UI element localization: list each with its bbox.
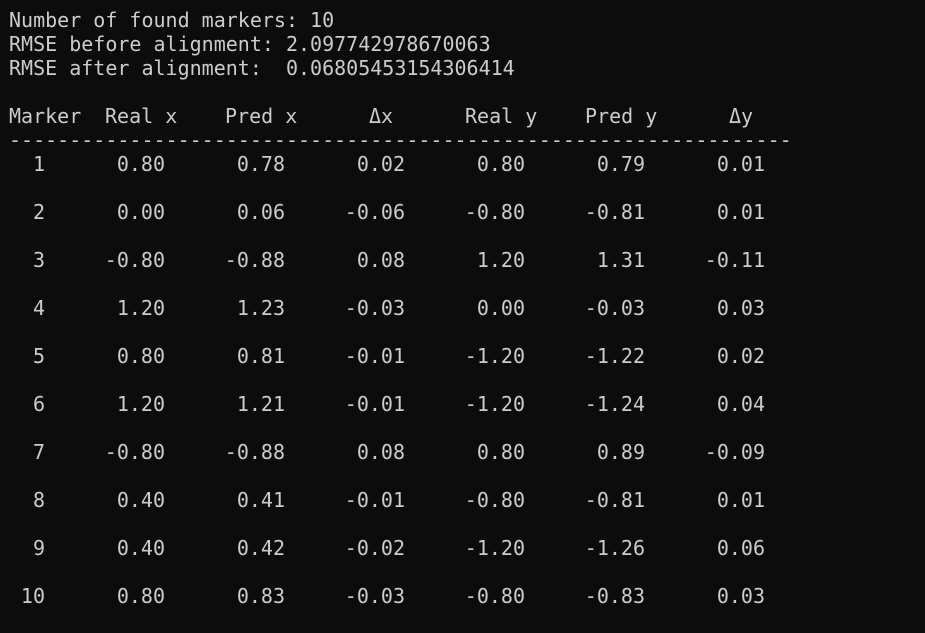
cell-marker: 2	[32, 200, 45, 224]
cell-pred-y: -1.22	[584, 344, 645, 368]
header-marker: Marker	[9, 104, 82, 128]
cell-real-y: -1.20	[464, 392, 525, 416]
cell-pred-x: 0.81	[236, 344, 285, 368]
cell-pred-y: 0.89	[596, 440, 645, 464]
cell-delta-y: 0.01	[716, 200, 765, 224]
cell-real-y: -0.80	[464, 200, 525, 224]
cell-real-x: 1.20	[116, 296, 165, 320]
cell-marker: 3	[32, 248, 45, 272]
cell-delta-y: 0.01	[716, 152, 765, 176]
cell-marker: 4	[32, 296, 45, 320]
cell-real-y: -1.20	[464, 344, 525, 368]
cell-marker: 8	[32, 488, 45, 512]
table-body: 1 0.80 0.78 0.02 0.80 0.79 0.01 2 0.00 0.06 -0.06 -…	[9, 152, 789, 632]
cell-real-y: -0.80	[464, 584, 525, 608]
table-row: 4 1.20 1.23 -0.03 0.00 -0.03 0.03	[9, 296, 789, 344]
header-real-y: Real y	[465, 104, 538, 128]
cell-pred-y: -0.81	[584, 488, 645, 512]
cell-delta-y: -0.11	[704, 248, 765, 272]
cell-pred-x: 1.21	[236, 392, 285, 416]
header-pred-y: Pred y	[585, 104, 658, 128]
cell-real-y: -1.20	[464, 536, 525, 560]
cell-pred-y: -0.83	[584, 584, 645, 608]
cell-real-x: 0.00	[116, 200, 165, 224]
header-delta-x: Δx	[369, 104, 394, 128]
cell-pred-x: 0.06	[236, 200, 285, 224]
cell-marker: 1	[32, 152, 45, 176]
cell-delta-x: 0.02	[356, 152, 405, 176]
cell-real-x: 0.40	[116, 536, 165, 560]
cell-delta-x: -0.02	[344, 536, 405, 560]
cell-delta-x: 0.08	[356, 248, 405, 272]
table-row: 3 -0.80 -0.88 0.08 1.20 1.31 -0.11	[9, 248, 789, 296]
cell-delta-x: -0.03	[344, 296, 405, 320]
cell-delta-y: -0.09	[704, 440, 765, 464]
cell-pred-x: 0.41	[236, 488, 285, 512]
cell-real-y: 0.00	[476, 296, 525, 320]
table-row: 5 0.80 0.81 -0.01 -1.20 -1.22 0.02	[9, 344, 789, 392]
table-row: 7 -0.80 -0.88 0.08 0.80 0.89 -0.09	[9, 440, 789, 488]
cell-real-x: 0.80	[116, 584, 165, 608]
cell-real-y: 0.80	[476, 440, 525, 464]
header-real-x: Real x	[105, 104, 178, 128]
cell-delta-x: -0.03	[344, 584, 405, 608]
table-row: 1 0.80 0.78 0.02 0.80 0.79 0.01	[9, 152, 789, 200]
table-row: 2 0.00 0.06 -0.06 -0.80 -0.81 0.01	[9, 200, 789, 248]
cell-pred-x: 0.78	[236, 152, 285, 176]
cell-real-x: 0.40	[116, 488, 165, 512]
table-row: 6 1.20 1.21 -0.01 -1.20 -1.24 0.04	[9, 392, 789, 440]
cell-delta-y: 0.06	[716, 536, 765, 560]
cell-marker: 7	[32, 440, 45, 464]
cell-real-x: 1.20	[116, 392, 165, 416]
cell-marker: 10	[20, 584, 45, 608]
cell-marker: 9	[32, 536, 45, 560]
cell-real-y: 1.20	[476, 248, 525, 272]
cell-real-x: -0.80	[104, 440, 165, 464]
table-header: Marker Real x Pred x Δx Real y Pred y Δy	[9, 104, 789, 128]
cell-marker: 5	[32, 344, 45, 368]
cell-pred-x: -0.88	[224, 440, 285, 464]
cell-delta-x: -0.01	[344, 488, 405, 512]
cell-pred-y: -0.03	[584, 296, 645, 320]
table-row: 10 0.80 0.83 -0.03 -0.80 -0.83 0.03	[9, 584, 789, 632]
terminal-output[interactable]: Number of found markers: 10 RMSE before …	[9, 8, 789, 632]
header-divider: ----------------------------------------…	[9, 128, 789, 152]
cell-pred-y: -1.24	[584, 392, 645, 416]
cell-delta-x: -0.01	[344, 344, 405, 368]
cell-delta-y: 0.04	[716, 392, 765, 416]
table-row: 8 0.40 0.41 -0.01 -0.80 -0.81 0.01	[9, 488, 789, 536]
cell-real-x: 0.80	[116, 344, 165, 368]
cell-delta-y: 0.03	[716, 296, 765, 320]
cell-pred-x: 1.23	[236, 296, 285, 320]
cell-real-x: -0.80	[104, 248, 165, 272]
cell-real-x: 0.80	[116, 152, 165, 176]
rmse-after-line: RMSE after alignment: 0.0680545315430641…	[9, 56, 515, 80]
header-pred-x: Pred x	[225, 104, 298, 128]
cell-delta-x: 0.08	[356, 440, 405, 464]
cell-delta-y: 0.03	[716, 584, 765, 608]
cell-delta-x: -0.06	[344, 200, 405, 224]
cell-pred-y: 0.79	[596, 152, 645, 176]
cell-real-y: -0.80	[464, 488, 525, 512]
table-row: 9 0.40 0.42 -0.02 -1.20 -1.26 0.06	[9, 536, 789, 584]
cell-delta-y: 0.01	[716, 488, 765, 512]
rmse-before-line: RMSE before alignment: 2.097742978670063	[9, 32, 491, 56]
cell-delta-x: -0.01	[344, 392, 405, 416]
cell-pred-y: 1.31	[596, 248, 645, 272]
cell-pred-x: -0.88	[224, 248, 285, 272]
cell-pred-x: 0.42	[236, 536, 285, 560]
cell-pred-y: -1.26	[584, 536, 645, 560]
cell-marker: 6	[32, 392, 45, 416]
found-markers-line: Number of found markers: 10	[9, 8, 335, 32]
cell-real-y: 0.80	[476, 152, 525, 176]
cell-pred-x: 0.83	[236, 584, 285, 608]
cell-delta-y: 0.02	[716, 344, 765, 368]
cell-pred-y: -0.81	[584, 200, 645, 224]
header-delta-y: Δy	[729, 104, 754, 128]
